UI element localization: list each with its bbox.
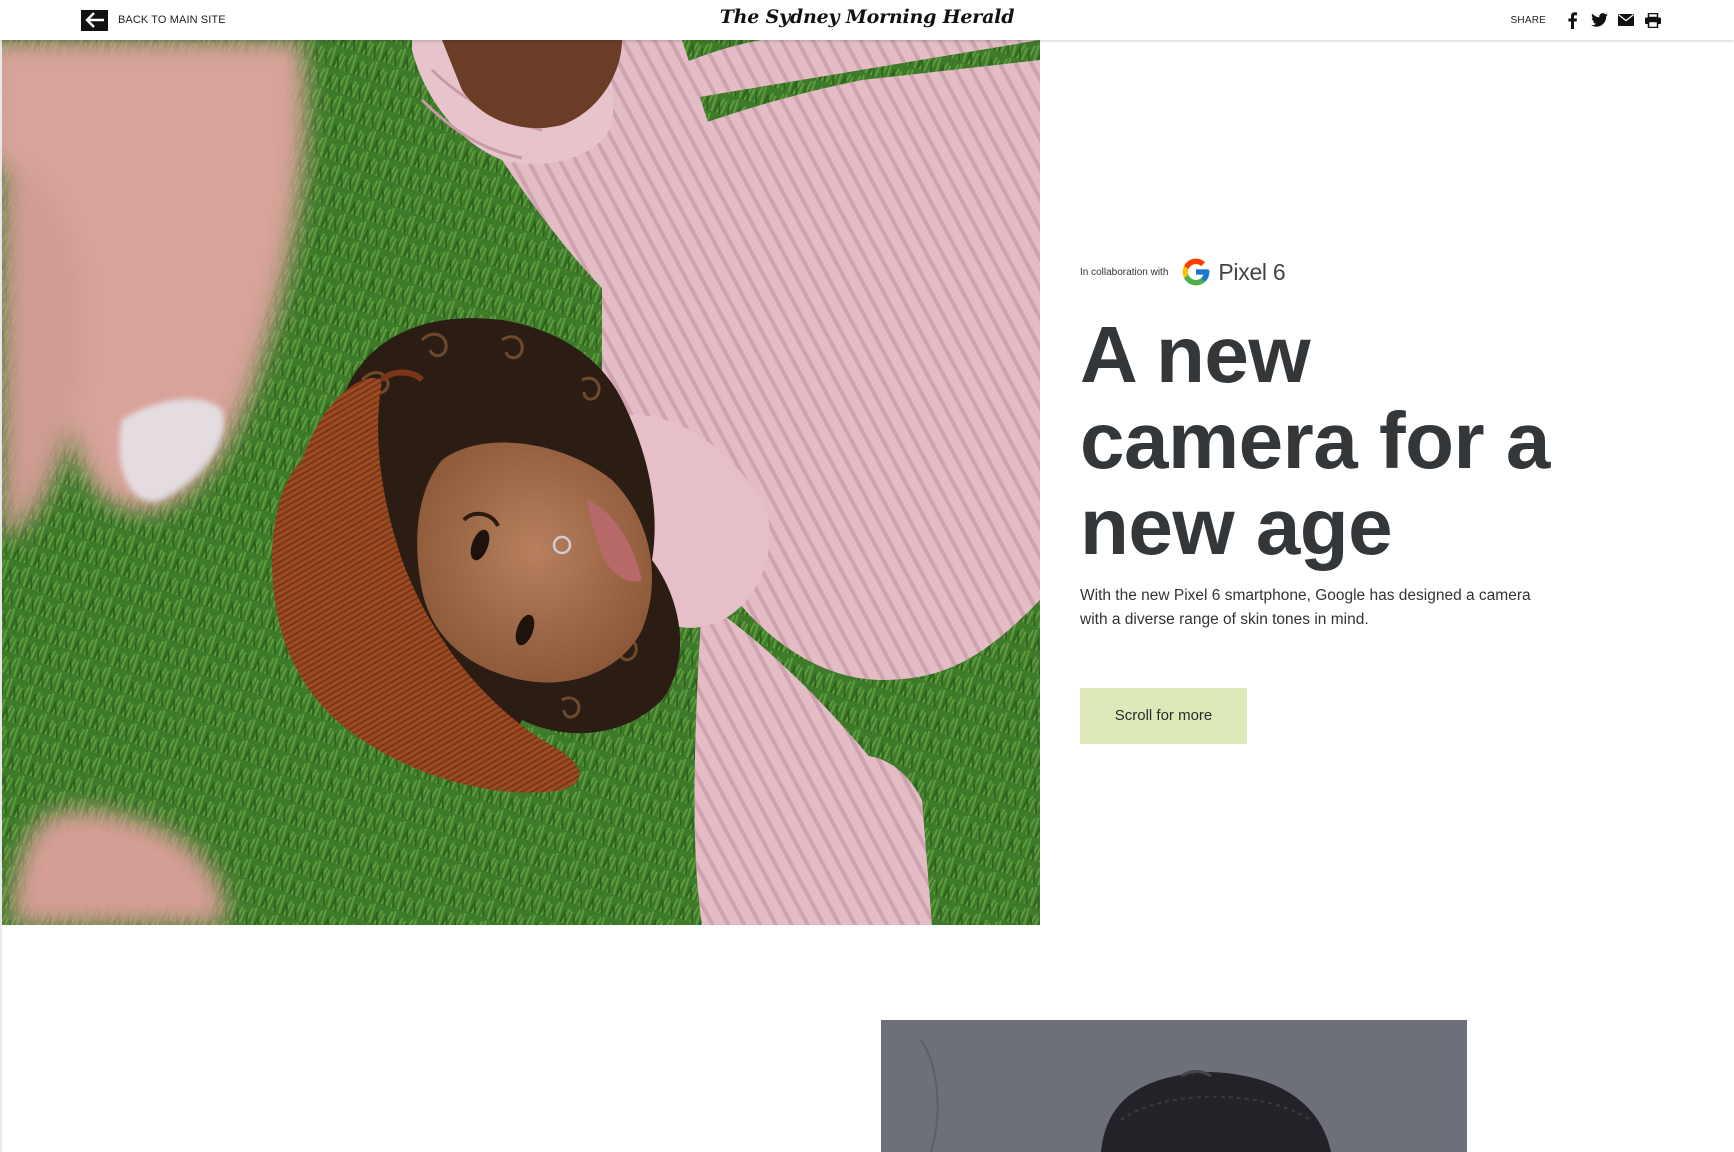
top-bar: BACK TO MAIN SITE The Sydney Morning Her… [0,0,1734,40]
hero-content: In collaboration with Pixel 6 A new came… [1080,254,1600,744]
secondary-photo [881,1020,1467,1152]
google-g-icon [1183,258,1210,286]
hero-photo [2,40,1040,925]
masthead-logo[interactable]: The Sydney Morning Herald [0,6,1734,28]
page: BACK TO MAIN SITE The Sydney Morning Her… [0,0,1734,1152]
email-icon [1618,14,1634,26]
scroll-for-more-button[interactable]: Scroll for more [1080,687,1247,744]
share-group: SHARE [1511,10,1662,30]
headline: A new camera for a new age [1080,310,1550,571]
facebook-icon [1567,11,1577,29]
share-label: SHARE [1510,14,1546,26]
collab-label: In collaboration with [1080,266,1169,278]
twitter-icon [1590,13,1608,27]
pixel-6-brand-label: Pixel 6 [1218,258,1286,285]
sponsor-row: In collaboration with Pixel 6 [1080,254,1600,290]
standfirst: With the new Pixel 6 smartphone, Google … [1080,587,1531,628]
facebook-share-button[interactable] [1563,11,1581,29]
print-icon [1645,12,1661,28]
twitter-share-button[interactable] [1590,11,1608,29]
email-share-button[interactable] [1617,11,1635,29]
print-button[interactable] [1644,11,1662,29]
